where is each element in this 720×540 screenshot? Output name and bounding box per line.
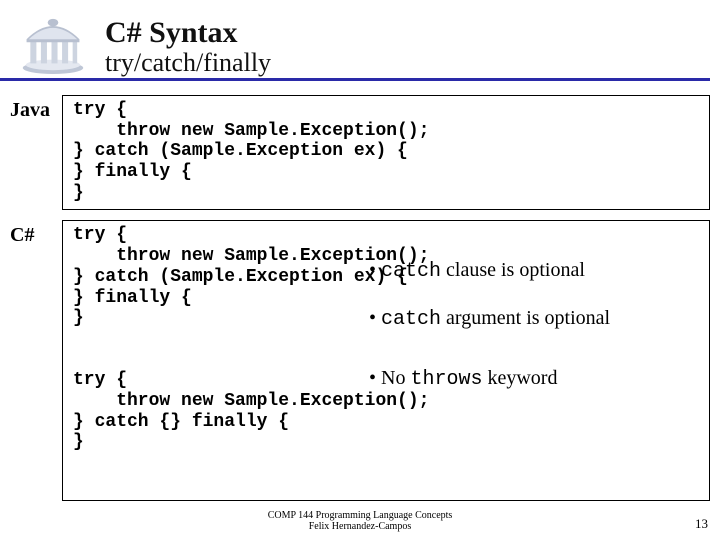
java-label: Java: [10, 95, 62, 122]
text: keyword: [482, 367, 557, 389]
mono-text: catch: [381, 260, 441, 283]
footer-line-2: Felix Hernandez-Campos: [0, 521, 720, 532]
mono-text: throws: [410, 368, 482, 391]
page-number: 13: [695, 516, 708, 532]
text: • No: [369, 367, 410, 389]
text: argument is optional: [441, 307, 610, 329]
csharp-code-box: try { throw new Sample.Exception(); } ca…: [62, 220, 710, 501]
annotation-no-throws: • No throws keyword: [369, 367, 699, 391]
bullet: •: [369, 259, 381, 281]
slide-header: C# Syntax try/catch/finally: [0, 0, 710, 81]
annotation-catch-clause: • catch clause is optional: [369, 259, 699, 283]
text: clause is optional: [441, 259, 585, 281]
java-row: Java try { throw new Sample.Exception();…: [10, 95, 710, 210]
csharp-row: C# try { throw new Sample.Exception(); }…: [10, 220, 710, 501]
slide-content: Java try { throw new Sample.Exception();…: [0, 81, 720, 501]
slide-footer: COMP 144 Programming Language Concepts F…: [0, 510, 720, 532]
java-code-box: try { throw new Sample.Exception(); } ca…: [62, 95, 710, 210]
annotation-catch-argument: • catch argument is optional: [369, 307, 699, 331]
title-block: C# Syntax try/catch/finally: [105, 17, 271, 78]
csharp-label: C#: [10, 220, 62, 247]
slide-title: C# Syntax: [105, 17, 271, 49]
bullet: •: [369, 307, 381, 329]
annotations: • catch clause is optional • catch argum…: [369, 259, 699, 415]
mono-text: catch: [381, 308, 441, 331]
logo-icon: [10, 8, 95, 78]
slide-subtitle: try/catch/finally: [105, 49, 271, 76]
footer-line-1: COMP 144 Programming Language Concepts: [0, 510, 720, 521]
